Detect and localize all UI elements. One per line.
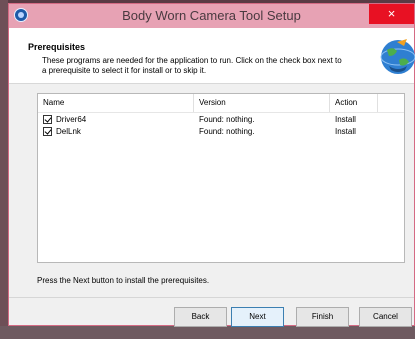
list-item[interactable]: DelLnk Found: nothing. Install [38,126,404,138]
next-button[interactable]: Next [231,307,284,327]
setup-window: Body Worn Camera Tool Setup × Prerequisi… [8,3,415,327]
window-title: Body Worn Camera Tool Setup [122,8,301,23]
page-description: These programs are needed for the applic… [42,56,342,75]
setup-globe-icon [380,39,415,74]
checkbox-checked-icon[interactable] [43,115,52,124]
footer-divider [9,297,414,298]
back-button[interactable]: Back [174,307,227,327]
prerequisite-version: Found: nothing. [199,127,255,136]
column-header-version[interactable]: Version [194,94,330,112]
prerequisite-action: Install [335,127,356,136]
header-panel: Prerequisites These programs are needed … [9,28,414,84]
close-button[interactable]: × [369,4,414,24]
prerequisites-list[interactable]: Name Version Action Driver64 Found: noth… [37,93,405,263]
page-title: Prerequisites [28,42,86,52]
list-item[interactable]: Driver64 Found: nothing. Install [38,114,404,126]
cancel-button[interactable]: Cancel [359,307,412,327]
instruction-text: Press the Next button to install the pre… [37,276,210,285]
header-divider [38,112,404,113]
finish-button[interactable]: Finish [296,307,349,327]
prerequisite-version: Found: nothing. [199,115,255,124]
prerequisite-action: Install [335,115,356,124]
prerequisite-name: DelLnk [56,127,81,136]
title-bar[interactable]: Body Worn Camera Tool Setup × [9,4,414,28]
column-header-name[interactable]: Name [38,94,194,112]
column-header-action[interactable]: Action [330,94,378,112]
prerequisite-name: Driver64 [56,115,87,124]
desktop-background-left [0,0,8,339]
taskbar-area [0,326,415,339]
checkbox-checked-icon[interactable] [43,127,52,136]
